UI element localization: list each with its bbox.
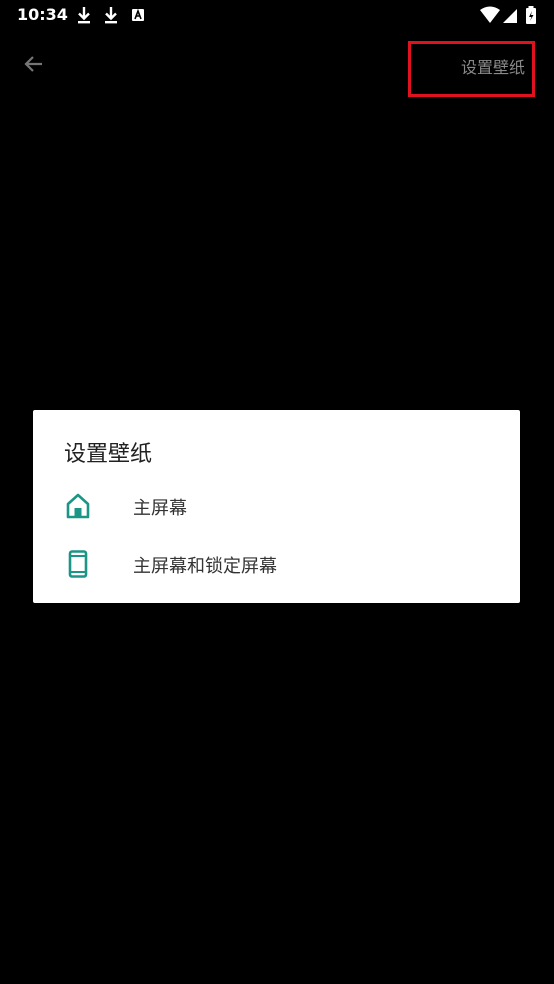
- status-bar: 10:34: [0, 0, 554, 30]
- cellular-signal-icon: [503, 9, 517, 23]
- download-icon: [78, 7, 90, 24]
- option-home-and-lock-screen[interactable]: 主屏幕和锁定屏幕: [33, 536, 520, 592]
- option-home-screen[interactable]: 主屏幕: [33, 478, 520, 534]
- option-label: 主屏幕: [133, 498, 187, 519]
- dialog-title: 设置壁纸: [64, 442, 153, 467]
- app-bar: 设置壁纸: [0, 30, 554, 98]
- home-icon: [66, 493, 90, 519]
- battery-icon: [526, 6, 536, 24]
- back-button[interactable]: [14, 44, 54, 84]
- phone-icon: [68, 550, 88, 578]
- status-time: 10:34: [17, 5, 68, 24]
- set-wallpaper-action-button[interactable]: 设置壁纸: [461, 54, 525, 78]
- wifi-icon: [480, 6, 500, 23]
- option-label: 主屏幕和锁定屏幕: [133, 556, 277, 577]
- download-icon: [105, 7, 117, 24]
- a-notification-icon: [132, 8, 144, 21]
- arrow-left-icon: [24, 56, 42, 72]
- set-wallpaper-dialog: 设置壁纸 主屏幕 主屏幕和锁定屏幕: [33, 410, 520, 603]
